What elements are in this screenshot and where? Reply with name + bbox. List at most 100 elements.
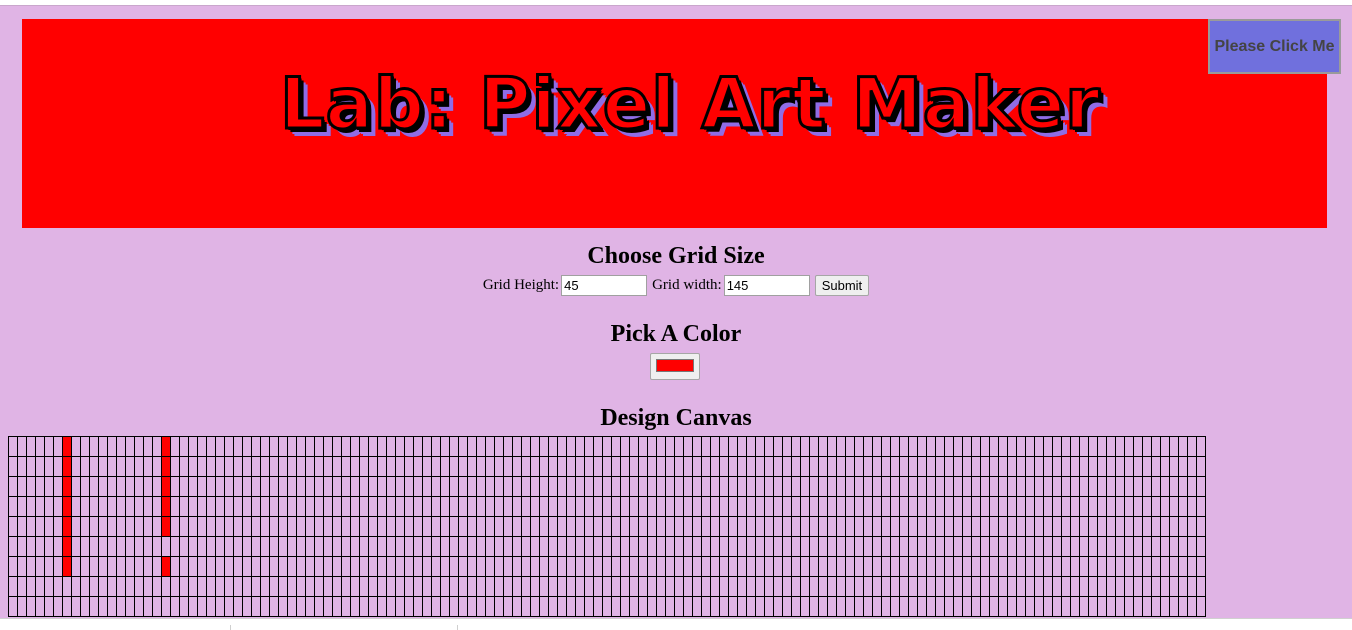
canvas-cell[interactable] bbox=[791, 456, 801, 477]
canvas-cell[interactable] bbox=[566, 596, 576, 617]
canvas-cell[interactable] bbox=[431, 596, 441, 617]
canvas-cell[interactable] bbox=[152, 516, 162, 537]
canvas-cell[interactable] bbox=[719, 456, 729, 477]
canvas-cell[interactable] bbox=[746, 456, 756, 477]
canvas-cell[interactable] bbox=[746, 556, 756, 577]
canvas-cell[interactable] bbox=[1061, 476, 1071, 497]
canvas-cell[interactable] bbox=[242, 516, 252, 537]
canvas-cell[interactable] bbox=[818, 556, 828, 577]
canvas-cell[interactable] bbox=[764, 476, 774, 497]
canvas-cell[interactable] bbox=[278, 436, 288, 457]
canvas-cell[interactable] bbox=[386, 556, 396, 577]
canvas-cell[interactable] bbox=[296, 556, 306, 577]
canvas-cell[interactable] bbox=[791, 496, 801, 517]
canvas-cell[interactable] bbox=[269, 456, 279, 477]
canvas-cell[interactable] bbox=[1133, 436, 1143, 457]
canvas-cell[interactable] bbox=[35, 536, 45, 557]
canvas-cell[interactable] bbox=[341, 556, 351, 577]
canvas-cell[interactable] bbox=[971, 436, 981, 457]
canvas-cell[interactable] bbox=[188, 496, 198, 517]
canvas-cell[interactable] bbox=[449, 596, 459, 617]
canvas-cell[interactable] bbox=[836, 436, 846, 457]
canvas-cell[interactable] bbox=[1025, 496, 1035, 517]
canvas-cell[interactable] bbox=[521, 556, 531, 577]
canvas-cell[interactable] bbox=[134, 536, 144, 557]
canvas-cell[interactable] bbox=[233, 576, 243, 597]
canvas-cell[interactable] bbox=[395, 556, 405, 577]
canvas-cell[interactable] bbox=[377, 476, 387, 497]
canvas-cell[interactable] bbox=[1160, 576, 1170, 597]
canvas-cell[interactable] bbox=[962, 456, 972, 477]
canvas-cell[interactable] bbox=[548, 536, 558, 557]
canvas-cell[interactable] bbox=[80, 556, 90, 577]
canvas-cell[interactable] bbox=[1052, 536, 1062, 557]
canvas-cell[interactable] bbox=[548, 556, 558, 577]
canvas-cell[interactable] bbox=[611, 456, 621, 477]
canvas-cell[interactable] bbox=[566, 436, 576, 457]
canvas-cell[interactable] bbox=[980, 556, 990, 577]
canvas-cell[interactable] bbox=[188, 576, 198, 597]
canvas-cell[interactable] bbox=[377, 436, 387, 457]
canvas-cell[interactable] bbox=[152, 496, 162, 517]
canvas-cell[interactable] bbox=[512, 436, 522, 457]
canvas-cell[interactable] bbox=[647, 556, 657, 577]
canvas-cell[interactable] bbox=[656, 556, 666, 577]
canvas-cell[interactable] bbox=[881, 556, 891, 577]
canvas-cell[interactable] bbox=[863, 556, 873, 577]
canvas-cell[interactable] bbox=[332, 596, 342, 617]
canvas-cell[interactable] bbox=[107, 436, 117, 457]
canvas-cell[interactable] bbox=[197, 556, 207, 577]
canvas-cell[interactable] bbox=[728, 476, 738, 497]
canvas-cell[interactable] bbox=[404, 436, 414, 457]
canvas-cell[interactable] bbox=[719, 476, 729, 497]
canvas-cell[interactable] bbox=[1169, 536, 1179, 557]
canvas-cell[interactable] bbox=[620, 556, 630, 577]
canvas-cell[interactable] bbox=[1142, 556, 1152, 577]
canvas-cell[interactable] bbox=[17, 536, 27, 557]
canvas-cell[interactable] bbox=[224, 576, 234, 597]
canvas-cell[interactable] bbox=[359, 476, 369, 497]
canvas-cell[interactable] bbox=[242, 456, 252, 477]
canvas-cell[interactable] bbox=[134, 576, 144, 597]
canvas-cell[interactable] bbox=[638, 536, 648, 557]
canvas-cell[interactable] bbox=[890, 536, 900, 557]
canvas-cell[interactable] bbox=[692, 436, 702, 457]
canvas-cell[interactable] bbox=[584, 496, 594, 517]
canvas-cell[interactable] bbox=[215, 496, 225, 517]
canvas-cell[interactable] bbox=[1070, 456, 1080, 477]
canvas-cell[interactable] bbox=[1061, 496, 1071, 517]
canvas-cell[interactable] bbox=[1142, 516, 1152, 537]
canvas-cell[interactable] bbox=[143, 496, 153, 517]
canvas-cell[interactable] bbox=[269, 496, 279, 517]
canvas-cell[interactable] bbox=[1043, 596, 1053, 617]
canvas-cell[interactable] bbox=[197, 476, 207, 497]
canvas-cell[interactable] bbox=[620, 476, 630, 497]
canvas-cell[interactable] bbox=[386, 476, 396, 497]
canvas-cell[interactable] bbox=[1160, 496, 1170, 517]
canvas-cell[interactable] bbox=[305, 436, 315, 457]
canvas-cell[interactable] bbox=[368, 556, 378, 577]
canvas-cell[interactable] bbox=[674, 576, 684, 597]
canvas-cell[interactable] bbox=[62, 496, 72, 517]
canvas-cell[interactable] bbox=[323, 596, 333, 617]
canvas-cell[interactable] bbox=[476, 576, 486, 597]
canvas-cell[interactable] bbox=[656, 476, 666, 497]
canvas-cell[interactable] bbox=[854, 436, 864, 457]
canvas-cell[interactable] bbox=[944, 456, 954, 477]
canvas-cell[interactable] bbox=[476, 496, 486, 517]
canvas-cell[interactable] bbox=[422, 576, 432, 597]
canvas-cell[interactable] bbox=[530, 496, 540, 517]
canvas-cell[interactable] bbox=[701, 456, 711, 477]
canvas-cell[interactable] bbox=[800, 476, 810, 497]
canvas-cell[interactable] bbox=[845, 556, 855, 577]
canvas-cell[interactable] bbox=[449, 556, 459, 577]
canvas-cell[interactable] bbox=[683, 536, 693, 557]
canvas-cell[interactable] bbox=[71, 576, 81, 597]
canvas-cell[interactable] bbox=[314, 456, 324, 477]
canvas-cell[interactable] bbox=[881, 516, 891, 537]
canvas-cell[interactable] bbox=[1052, 476, 1062, 497]
canvas-cell[interactable] bbox=[413, 436, 423, 457]
canvas-cell[interactable] bbox=[1061, 576, 1071, 597]
canvas-cell[interactable] bbox=[674, 516, 684, 537]
canvas-cell[interactable] bbox=[251, 516, 261, 537]
